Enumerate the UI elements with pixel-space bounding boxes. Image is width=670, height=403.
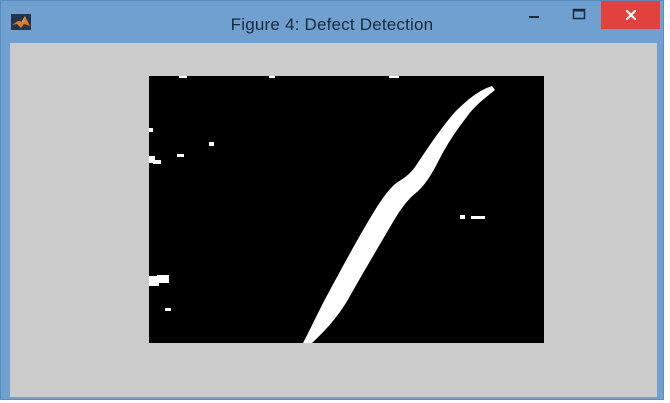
defect-speck	[177, 154, 184, 157]
defect-speck	[389, 76, 399, 78]
title-bar[interactable]: Figure 4: Defect Detection	[1, 1, 663, 43]
minimize-button[interactable]	[516, 1, 552, 27]
maximize-icon	[572, 8, 586, 20]
defect-mask-graphic	[149, 76, 544, 343]
figure-window: Figure 4: Defect Detection	[0, 0, 664, 400]
close-button[interactable]	[601, 1, 660, 29]
defect-speck	[149, 128, 153, 132]
defect-speck	[165, 308, 171, 311]
defect-detection-image	[149, 76, 544, 343]
defect-speck	[179, 76, 187, 78]
figure-client-area	[10, 43, 657, 397]
defect-speck	[157, 275, 169, 283]
defect-speck	[209, 142, 214, 146]
minimize-icon	[529, 16, 539, 18]
defect-speck	[269, 76, 275, 78]
maximize-button[interactable]	[561, 1, 597, 27]
close-icon	[625, 9, 636, 21]
defect-speck	[471, 216, 485, 219]
defect-speck	[153, 160, 161, 164]
defect-speck	[460, 215, 465, 219]
